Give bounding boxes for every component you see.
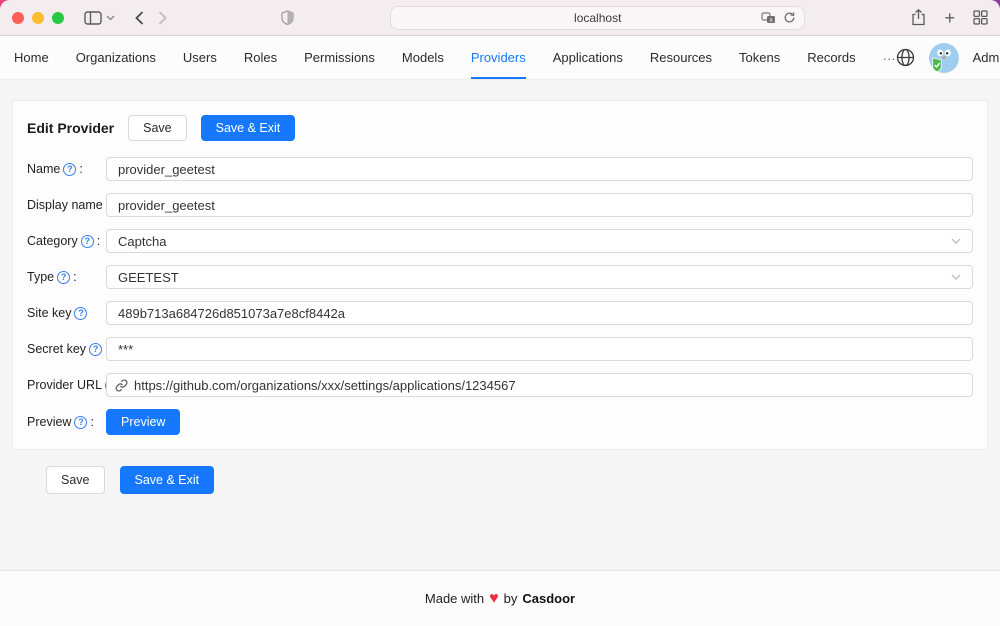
edit-provider-card: Edit Provider Save Save & Exit Name ? : … xyxy=(12,100,988,450)
category-select[interactable]: Captcha xyxy=(106,229,973,253)
save-exit-button-bottom[interactable]: Save & Exit xyxy=(120,466,215,494)
help-icon[interactable]: ? xyxy=(89,343,102,356)
nav-tab-users[interactable]: Users xyxy=(183,36,217,79)
link-icon xyxy=(115,379,128,392)
save-button-top[interactable]: Save xyxy=(128,115,187,141)
type-label: Type xyxy=(27,270,54,284)
nav-tab-resources[interactable]: Resources xyxy=(650,36,712,79)
category-label: Category xyxy=(27,234,78,248)
page-title: Edit Provider xyxy=(27,120,114,136)
provider-url-value: https://github.com/organizations/xxx/set… xyxy=(134,378,516,393)
reload-icon[interactable] xyxy=(783,11,796,24)
help-icon[interactable]: ? xyxy=(74,307,87,320)
form-row-name: Name ? : xyxy=(27,157,973,181)
form-row-provider-url: Provider URL ? : https://github.com/orga… xyxy=(27,373,973,397)
tab-overview-icon[interactable] xyxy=(973,10,988,25)
address-bar-url[interactable]: localhost xyxy=(399,11,796,25)
footer-made-with: Made with xyxy=(425,591,484,606)
site-key-input[interactable] xyxy=(106,301,973,325)
name-label: Name xyxy=(27,162,60,176)
form-row-secret-key: Secret key ? xyxy=(27,337,973,361)
nav-tab-models[interactable]: Models xyxy=(402,36,444,79)
forward-button[interactable] xyxy=(158,11,167,25)
nav-tab-home[interactable]: Home xyxy=(14,36,49,79)
footer-by: by xyxy=(504,591,518,606)
traffic-lights xyxy=(12,12,64,24)
minimize-window-button[interactable] xyxy=(32,12,44,24)
nav-tab-roles[interactable]: Roles xyxy=(244,36,277,79)
new-tab-icon[interactable]: + xyxy=(944,9,955,27)
nav-more-menu[interactable]: ··· xyxy=(883,36,896,79)
address-bar[interactable]: localhost a xyxy=(390,6,805,30)
user-avatar[interactable] xyxy=(929,43,959,73)
help-icon[interactable]: ? xyxy=(81,235,94,248)
nav-tab-tokens[interactable]: Tokens xyxy=(739,36,780,79)
close-window-button[interactable] xyxy=(12,12,24,24)
user-name: Admin xyxy=(973,50,1000,65)
user-menu[interactable]: Admin xyxy=(973,50,1000,65)
form-row-preview: Preview ? : Preview xyxy=(27,409,973,435)
help-icon[interactable]: ? xyxy=(57,271,70,284)
chevron-down-icon xyxy=(951,274,961,280)
page-footer: Made with ♥ by Casdoor xyxy=(0,570,1000,626)
help-icon[interactable]: ? xyxy=(74,416,87,429)
nav-tab-providers[interactable]: Providers xyxy=(471,36,526,79)
privacy-shield-icon[interactable] xyxy=(281,10,294,25)
form-row-type: Type ? : GEETEST xyxy=(27,265,973,289)
label-colon: : xyxy=(90,415,93,429)
preview-button[interactable]: Preview xyxy=(106,409,180,435)
secret-key-label: Secret key xyxy=(27,342,86,356)
save-exit-button-top[interactable]: Save & Exit xyxy=(201,115,296,141)
nav-tab-organizations[interactable]: Organizations xyxy=(76,36,156,79)
display-name-label: Display name xyxy=(27,198,103,212)
display-name-input[interactable] xyxy=(106,193,973,217)
language-globe-icon[interactable] xyxy=(896,48,915,67)
app-navbar: Home Organizations Users Roles Permissio… xyxy=(0,36,1000,80)
save-button-bottom[interactable]: Save xyxy=(46,466,105,494)
browser-window: localhost a + Home Organizations xyxy=(0,0,1000,626)
help-icon[interactable]: ? xyxy=(63,163,76,176)
sidebar-chevron-icon[interactable] xyxy=(106,15,115,21)
zoom-window-button[interactable] xyxy=(52,12,64,24)
label-colon: : xyxy=(73,270,76,284)
main-content: Edit Provider Save Save & Exit Name ? : … xyxy=(0,80,1000,570)
back-button[interactable] xyxy=(135,11,144,25)
preview-label: Preview xyxy=(27,415,71,429)
secret-key-input[interactable] xyxy=(106,337,973,361)
sidebar-toggle-icon[interactable] xyxy=(84,11,102,25)
provider-url-label: Provider URL xyxy=(27,378,102,392)
type-select-value: GEETEST xyxy=(118,270,179,285)
label-colon: : xyxy=(97,234,100,248)
label-colon: : xyxy=(79,162,82,176)
translate-icon[interactable]: a xyxy=(761,12,776,24)
type-select[interactable]: GEETEST xyxy=(106,265,973,289)
site-key-label: Site key xyxy=(27,306,71,320)
chevron-down-icon xyxy=(951,238,961,244)
nav-tabs: Home Organizations Users Roles Permissio… xyxy=(14,36,896,79)
nav-tab-records[interactable]: Records xyxy=(807,36,855,79)
provider-url-input[interactable]: https://github.com/organizations/xxx/set… xyxy=(106,373,973,397)
form-row-site-key: Site key ? xyxy=(27,301,973,325)
form-row-display-name: Display name ? : xyxy=(27,193,973,217)
share-icon[interactable] xyxy=(911,9,926,26)
heart-icon: ♥ xyxy=(489,591,499,607)
browser-chrome: localhost a + xyxy=(0,0,1000,36)
category-select-value: Captcha xyxy=(118,234,166,249)
casdoor-link[interactable]: Casdoor xyxy=(522,591,575,606)
name-input[interactable] xyxy=(106,157,973,181)
nav-tab-permissions[interactable]: Permissions xyxy=(304,36,375,79)
form-row-category: Category ? : Captcha xyxy=(27,229,973,253)
nav-tab-applications[interactable]: Applications xyxy=(553,36,623,79)
